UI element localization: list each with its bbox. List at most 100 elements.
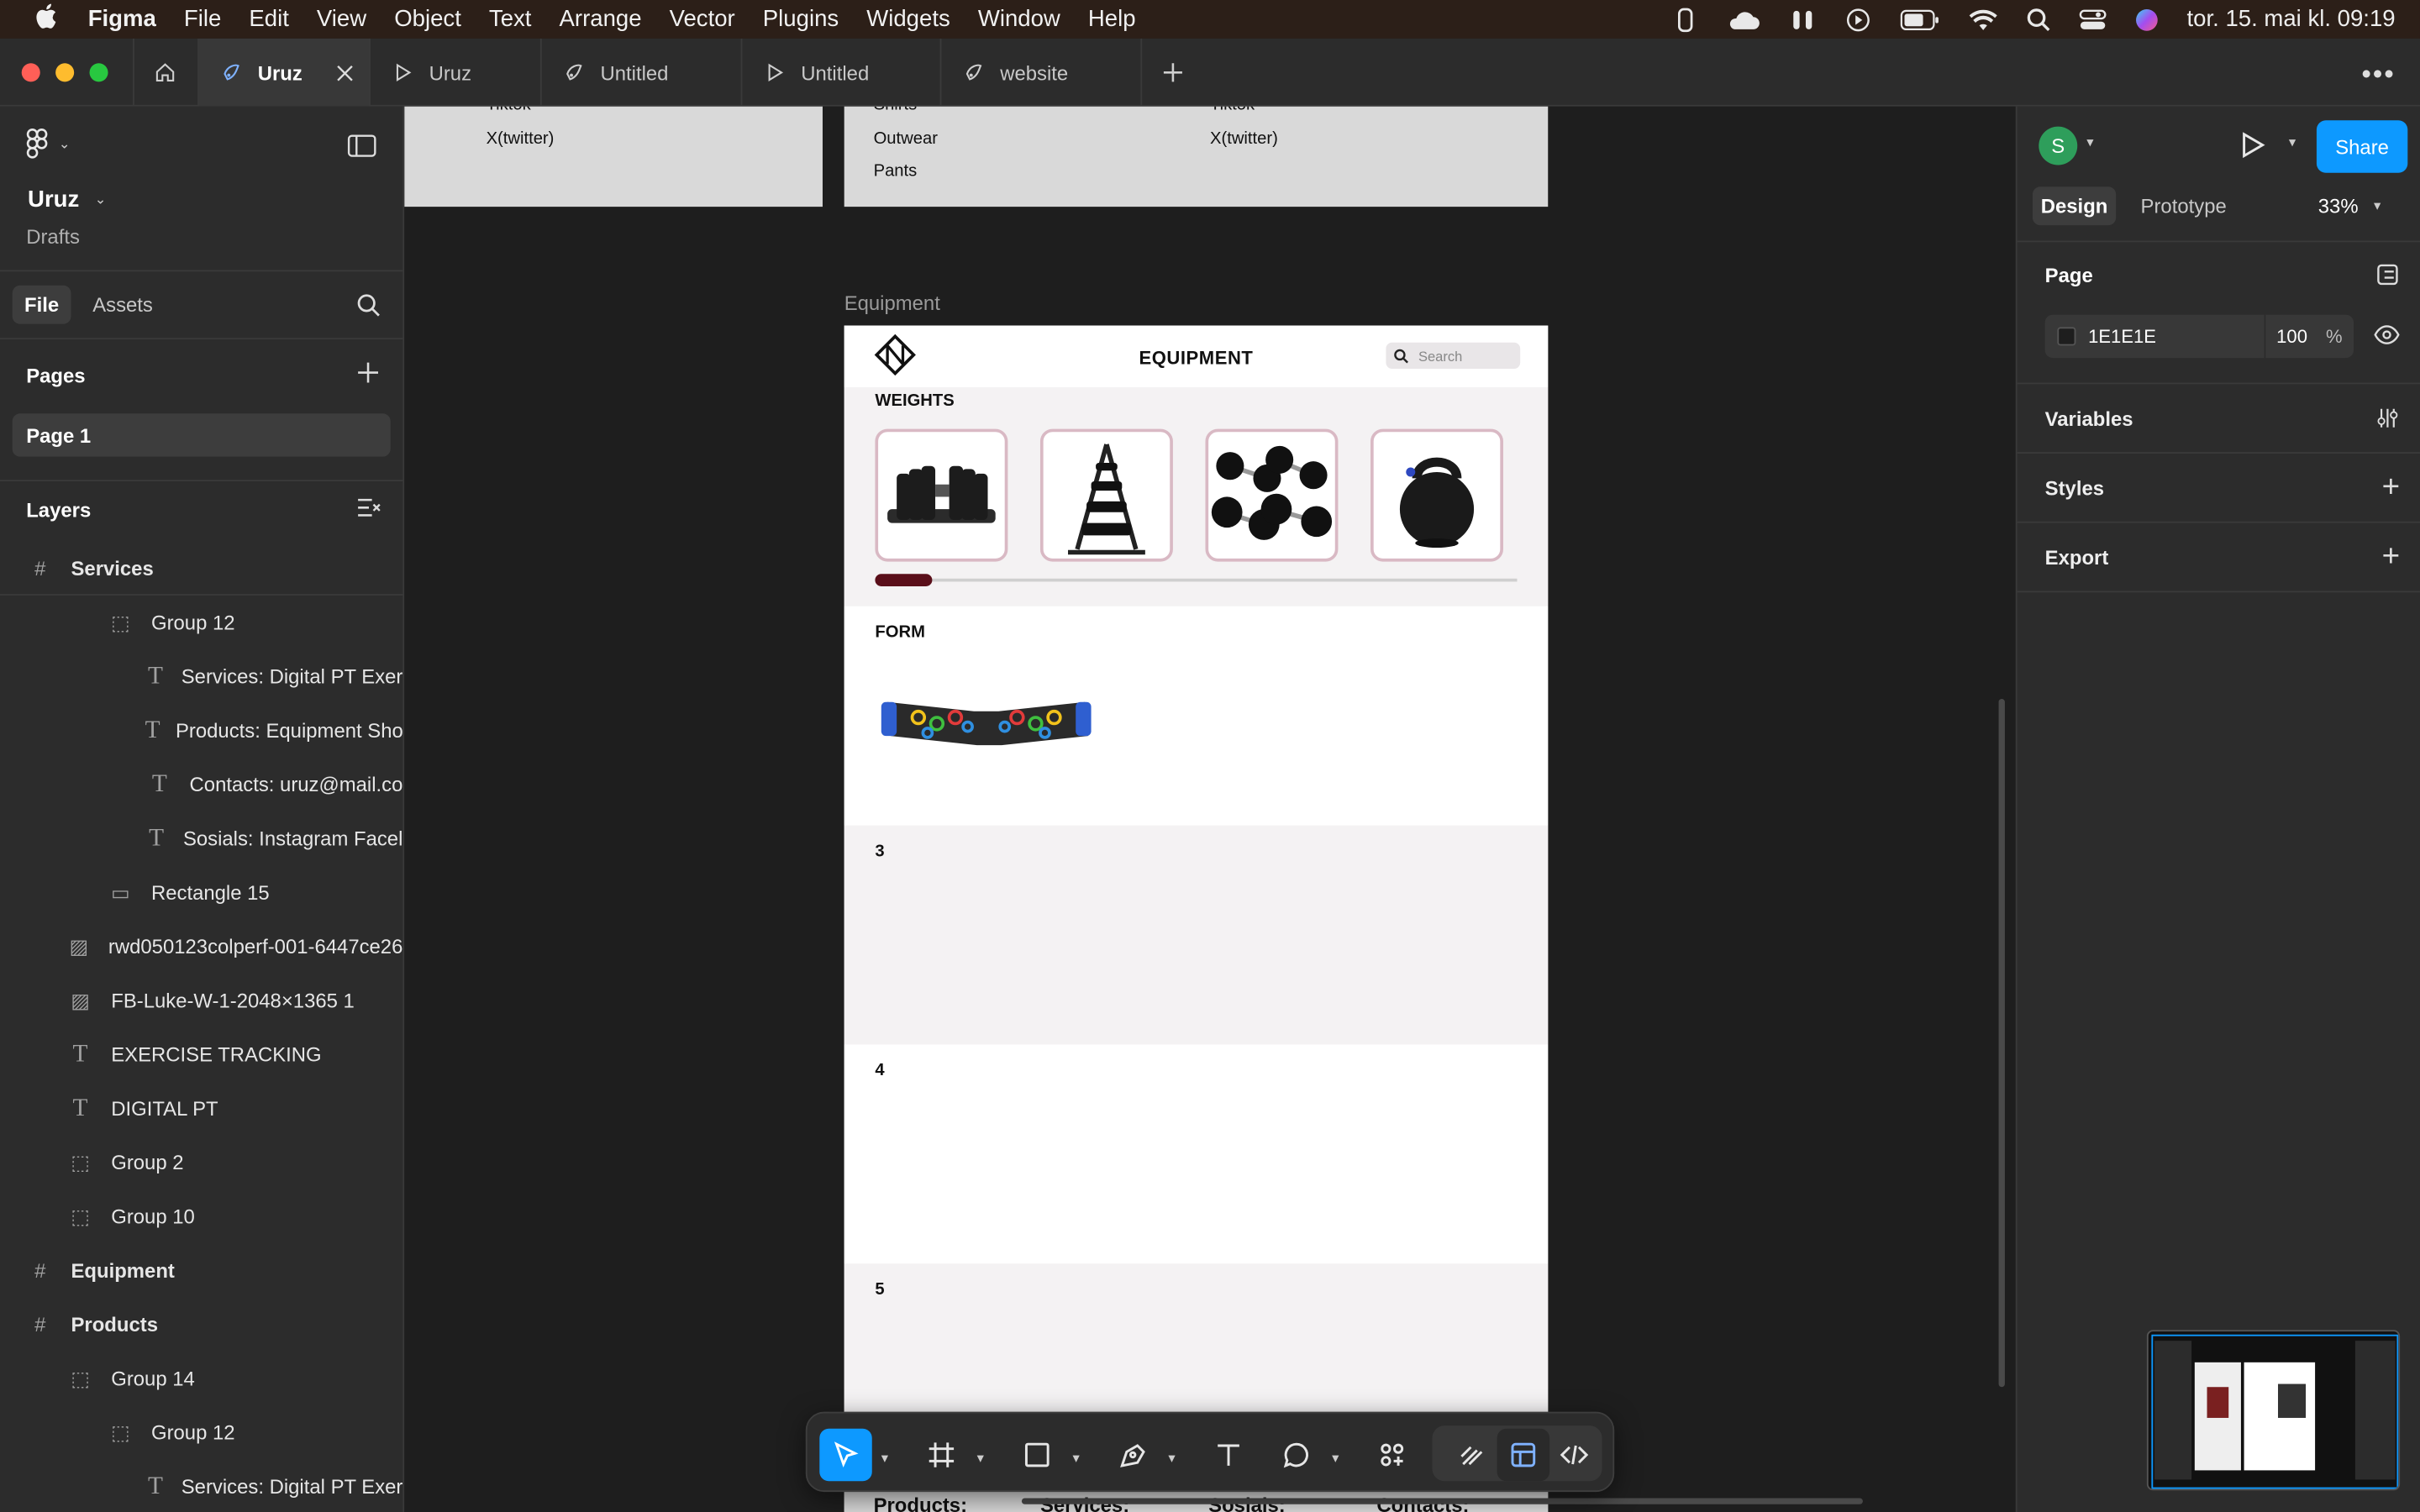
- menu-window[interactable]: Window: [978, 6, 1060, 32]
- layer-row[interactable]: T DIGITAL PT: [0, 1082, 402, 1136]
- add-export-icon[interactable]: +: [2382, 539, 2400, 575]
- figma-tray-icon[interactable]: [1671, 7, 1699, 32]
- close-window-button[interactable]: [21, 63, 40, 82]
- control-center-icon[interactable]: [2079, 7, 2107, 31]
- color-hex-value[interactable]: 1E1E1E: [2088, 326, 2156, 348]
- menu-object[interactable]: Object: [394, 6, 461, 32]
- product-card-kettlebell[interactable]: [1370, 428, 1503, 562]
- weights-scroll-track[interactable]: [875, 574, 1518, 586]
- layer-row[interactable]: ▨ rwd050123colperf-001-6447ce26: [0, 920, 403, 974]
- close-tab-icon[interactable]: [336, 64, 353, 81]
- pushup-board-image[interactable]: [878, 684, 1094, 761]
- menu-help[interactable]: Help: [1088, 6, 1136, 32]
- menu-arrange[interactable]: Arrange: [560, 6, 642, 32]
- chevron-down-icon[interactable]: ▾: [1073, 1451, 1080, 1467]
- tab-untitled-prototype[interactable]: Untitled: [742, 38, 942, 107]
- menu-view[interactable]: View: [317, 6, 366, 32]
- chevron-down-icon[interactable]: ▾: [881, 1451, 888, 1467]
- product-card-adjustable-dumbbell[interactable]: [875, 428, 1008, 562]
- library-swap-icon[interactable]: [2375, 262, 2400, 286]
- search-layers-button[interactable]: [356, 293, 381, 326]
- product-card-dumbbell-set[interactable]: [1205, 428, 1339, 562]
- tab-uruz-design[interactable]: Uruz: [198, 38, 371, 107]
- present-button[interactable]: [2241, 131, 2265, 166]
- variables-section[interactable]: Variables: [2017, 384, 2420, 454]
- menu-file[interactable]: File: [184, 6, 221, 32]
- menu-figma[interactable]: Figma: [88, 6, 156, 32]
- home-tab[interactable]: [132, 38, 199, 107]
- chevron-down-icon[interactable]: ▾: [2289, 134, 2296, 151]
- tab-assets[interactable]: Assets: [92, 293, 153, 317]
- tab-untitled-design[interactable]: Untitled: [542, 38, 743, 107]
- tab-website-design[interactable]: website: [941, 38, 1143, 107]
- layer-row[interactable]: ⬚ Group 10: [0, 1189, 402, 1243]
- layer-row[interactable]: # Services: [0, 542, 403, 596]
- export-section[interactable]: Export +: [2017, 523, 2420, 593]
- eye-icon[interactable]: [2374, 324, 2400, 346]
- pen-tool-button[interactable]: [1107, 1429, 1159, 1481]
- tab-design[interactable]: Design: [2032, 186, 2117, 226]
- apple-icon[interactable]: [34, 3, 57, 36]
- chevron-down-icon[interactable]: ▾: [1168, 1451, 1175, 1467]
- zoom-window-button[interactable]: [89, 63, 108, 82]
- add-style-icon[interactable]: +: [2382, 470, 2400, 505]
- tab-file[interactable]: File: [12, 285, 71, 324]
- color-swatch[interactable]: [2057, 327, 2076, 346]
- layer-row[interactable]: ⬚ Group 2: [0, 1136, 402, 1189]
- tab-uruz-prototype[interactable]: Uruz: [371, 38, 542, 107]
- dev-mode-button[interactable]: [1548, 1429, 1600, 1481]
- page-item[interactable]: Page 1: [12, 413, 391, 457]
- styles-section[interactable]: Styles +: [2017, 454, 2420, 523]
- draw-mode-button[interactable]: [1446, 1429, 1498, 1481]
- airpods-icon[interactable]: [1789, 7, 1817, 31]
- chevron-down-icon[interactable]: ▾: [977, 1451, 984, 1467]
- chevron-down-icon[interactable]: ▾: [1332, 1451, 1339, 1467]
- design-mode-button[interactable]: [1497, 1428, 1550, 1482]
- minimap-thumbnail[interactable]: [2146, 1330, 2401, 1491]
- toggle-sidebar-button[interactable]: [347, 134, 376, 165]
- layer-row[interactable]: T Sosials: Instagram Facel: [0, 811, 402, 865]
- cloud-icon[interactable]: [1727, 7, 1760, 31]
- move-tool-button[interactable]: [819, 1428, 872, 1482]
- horizontal-scrollbar[interactable]: [1021, 1498, 1863, 1504]
- page-bg-color-field[interactable]: 1E1E1E 100 %: [2044, 314, 2354, 359]
- layer-row[interactable]: T Contacts: uruz@mail.co: [0, 758, 402, 811]
- frame-label[interactable]: Equipment: [844, 291, 940, 315]
- new-tab-button[interactable]: [1142, 39, 1203, 107]
- vertical-scrollbar[interactable]: [1998, 699, 2005, 1388]
- siri-icon[interactable]: [2134, 7, 2159, 31]
- layer-row[interactable]: # Equipment: [0, 1243, 402, 1297]
- tab-prototype[interactable]: Prototype: [2141, 194, 2227, 218]
- layer-row[interactable]: ⬚ Group 12: [0, 596, 402, 649]
- layer-row[interactable]: T Services: Digital PT Exer: [0, 649, 402, 703]
- spotlight-search-icon[interactable]: [2026, 7, 2050, 31]
- variables-settings-icon[interactable]: [2375, 406, 2400, 430]
- zoom-dropdown[interactable]: 33% ▾: [2318, 194, 2381, 218]
- battery-icon[interactable]: [1900, 7, 1940, 31]
- minimize-window-button[interactable]: [55, 63, 75, 82]
- layer-row[interactable]: T Products: Equipment Sho: [0, 704, 403, 758]
- menu-plugins[interactable]: Plugins: [763, 6, 839, 32]
- layer-row[interactable]: ⬚ Group 14: [0, 1352, 402, 1405]
- layer-row[interactable]: T EXERCISE TRACKING: [0, 1027, 402, 1081]
- frame-tool-button[interactable]: [915, 1429, 967, 1481]
- menu-text[interactable]: Text: [489, 6, 532, 32]
- equipment-frame[interactable]: EQUIPMENT Search WEIGHTS FORM 3 4 5 Prod…: [844, 325, 1549, 1512]
- menu-edit[interactable]: Edit: [249, 6, 288, 32]
- frame-products-footer[interactable]: Shirts Outwear Pants Tiktok X(twitter): [844, 106, 1549, 207]
- play-circle-icon[interactable]: [1844, 7, 1872, 31]
- layer-row[interactable]: # Products: [0, 1298, 402, 1352]
- menu-vector[interactable]: Vector: [670, 6, 735, 32]
- file-location[interactable]: Drafts: [26, 225, 80, 249]
- weights-scroll-thumb[interactable]: [875, 574, 934, 586]
- shape-tool-button[interactable]: [1011, 1429, 1063, 1481]
- opacity-value[interactable]: 100: [2276, 326, 2307, 348]
- main-menu-button[interactable]: ⌄: [24, 128, 71, 159]
- file-name-button[interactable]: Uruz ⌄: [28, 186, 106, 213]
- layer-row[interactable]: ▭ Rectangle 15: [0, 865, 402, 919]
- layer-row[interactable]: ⬚ Group 12: [0, 1405, 402, 1459]
- search-box[interactable]: Search: [1386, 342, 1521, 369]
- layer-row[interactable]: ▨ FB-Luke-W-1-2048×1365 1: [0, 974, 402, 1027]
- chevron-down-icon[interactable]: ▾: [2086, 134, 2093, 151]
- wifi-icon[interactable]: [1968, 7, 1999, 31]
